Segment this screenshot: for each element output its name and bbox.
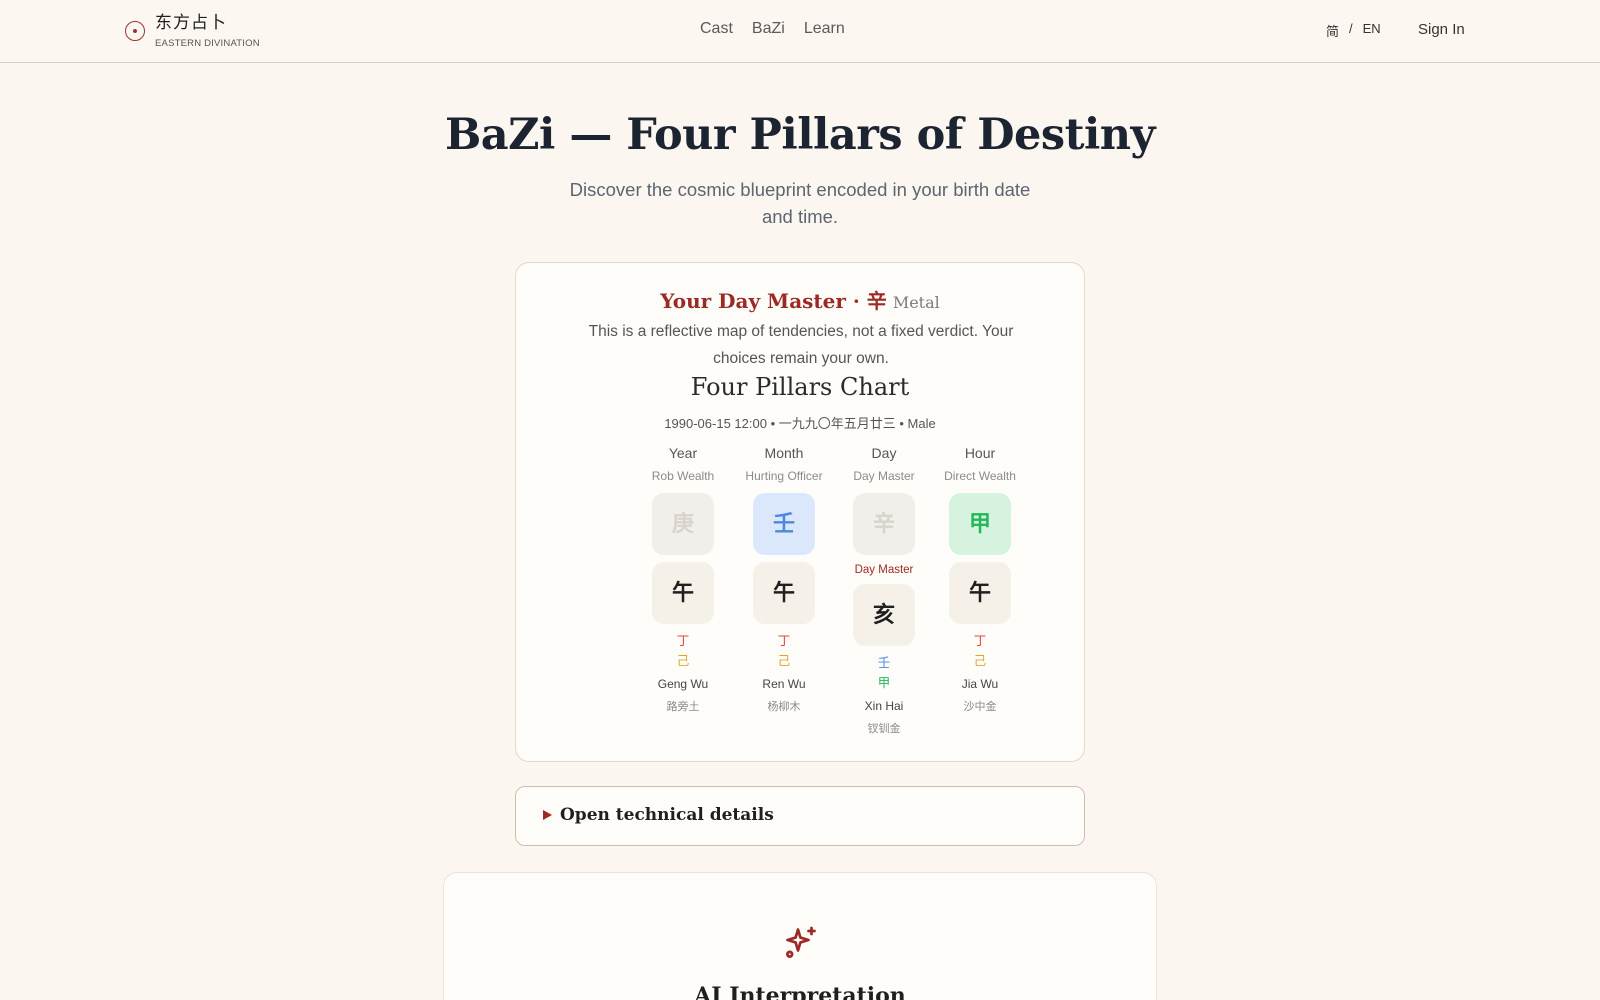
pillar-name: Day <box>871 445 897 461</box>
lang-chinese[interactable]: 简 <box>1326 21 1339 40</box>
logo-circle-icon <box>125 21 145 41</box>
chart-title: Four Pillars Chart <box>690 373 910 401</box>
pillar-ten-god: Day Master <box>853 469 915 483</box>
pillar-3: Hour Direct Wealth 甲午丁己 Jia Wu 沙中金 <box>935 445 1025 714</box>
hidden-stems: 丁己 <box>638 631 728 671</box>
pillar-ten-god: Rob Wealth <box>651 469 715 483</box>
pillar-ten-god: Hurting Officer <box>745 469 823 483</box>
top-header: 东方占卜 EASTERN DIVINATION Cast BaZi Learn … <box>0 0 1600 63</box>
pillar-nayin: 沙中金 <box>963 701 997 713</box>
pillar-ten-god: Direct Wealth <box>944 469 1016 483</box>
pillar-1: Month Hurting Officer 壬午丁己 Ren Wu 杨柳木 <box>739 445 829 714</box>
hidden-stem: 丁 <box>973 634 987 648</box>
earthly-branch-tile[interactable]: 午 <box>949 562 1011 624</box>
logo[interactable]: 东方占卜 EASTERN DIVINATION <box>125 12 260 49</box>
earthly-branch-tile[interactable]: 亥 <box>853 584 915 646</box>
birth-info: 1990-06-15 12:00 • 一九九〇年五月廿三 • Male <box>664 416 936 431</box>
page-subtitle: Discover the cosmic blueprint encoded in… <box>569 179 1031 227</box>
lang-separator: / <box>1349 21 1353 36</box>
technical-details-label: Open technical details <box>560 805 774 825</box>
heavenly-stem-tile[interactable]: 辛 <box>853 493 915 555</box>
hidden-stem: 丁 <box>676 634 690 648</box>
logo-english-text: EASTERN DIVINATION <box>155 38 260 49</box>
hidden-stem: 丁 <box>777 634 791 648</box>
day-master-element: Metal <box>892 293 940 312</box>
sparkles-icon <box>786 926 816 958</box>
pillar-name: Year <box>668 445 698 461</box>
hidden-stems: 丁己 <box>935 631 1025 671</box>
heavenly-stem-tile[interactable]: 庚 <box>652 493 714 555</box>
technical-details-toggle[interactable]: Open technical details <box>515 786 1085 846</box>
hidden-stem: 甲 <box>877 676 891 690</box>
earthly-branch-tile[interactable]: 午 <box>652 562 714 624</box>
nav-cast[interactable]: Cast <box>700 20 733 38</box>
pillar-2: Day Day Master 辛 Day Master 亥壬甲 Xin Hai 钗钏金 <box>839 445 929 736</box>
day-master-tag: Day Master <box>854 564 914 576</box>
triangle-right-icon <box>543 810 552 820</box>
hidden-stem: 壬 <box>877 656 891 670</box>
pillar-name: Hour <box>964 445 996 461</box>
language-switcher: 简 / EN <box>1326 21 1381 40</box>
nav-learn[interactable]: Learn <box>804 20 845 38</box>
pillar-pinyin: Ren Wu <box>762 677 806 691</box>
sign-in-link[interactable]: Sign In <box>1418 21 1465 38</box>
hidden-stems: 丁己 <box>739 631 829 671</box>
heavenly-stem-tile[interactable]: 壬 <box>753 493 815 555</box>
pillar-pinyin: Jia Wu <box>961 677 999 691</box>
page-title: BaZi — Four Pillars of Destiny <box>444 110 1156 160</box>
pillar-nayin: 杨柳木 <box>767 701 801 713</box>
pillar-pinyin: Xin Hai <box>864 699 904 713</box>
day-master-heading: Your Day Master · 辛 Metal <box>516 285 1084 314</box>
hidden-stems: 壬甲 <box>839 653 929 693</box>
hidden-stem: 己 <box>777 654 791 668</box>
four-pillars-card: Your Day Master · 辛 Metal This is a refle… <box>515 262 1085 762</box>
logo-chinese-text: 东方占卜 <box>155 13 227 33</box>
lang-english[interactable]: EN <box>1363 21 1381 40</box>
main-nav: Cast BaZi Learn <box>700 20 845 38</box>
nav-bazi[interactable]: BaZi <box>752 20 785 38</box>
ai-interpretation-title: AI Interpretation <box>694 983 906 1000</box>
hidden-stem: 己 <box>973 654 987 668</box>
pillar-name: Month <box>764 445 804 461</box>
day-master-label: Your Day Master · 辛 <box>660 289 887 313</box>
pillar-0: Year Rob Wealth 庚午丁己 Geng Wu 路旁土 <box>638 445 728 714</box>
heavenly-stem-tile[interactable]: 甲 <box>949 493 1011 555</box>
pillar-pinyin: Geng Wu <box>657 677 709 691</box>
ai-interpretation-card: AI Interpretation <box>443 872 1157 1000</box>
disclaimer-note: This is a reflective map of tendencies, … <box>588 323 1014 367</box>
pillar-nayin: 钗钏金 <box>867 723 901 735</box>
pillar-nayin: 路旁土 <box>666 701 700 713</box>
hidden-stem: 己 <box>676 654 690 668</box>
earthly-branch-tile[interactable]: 午 <box>753 562 815 624</box>
